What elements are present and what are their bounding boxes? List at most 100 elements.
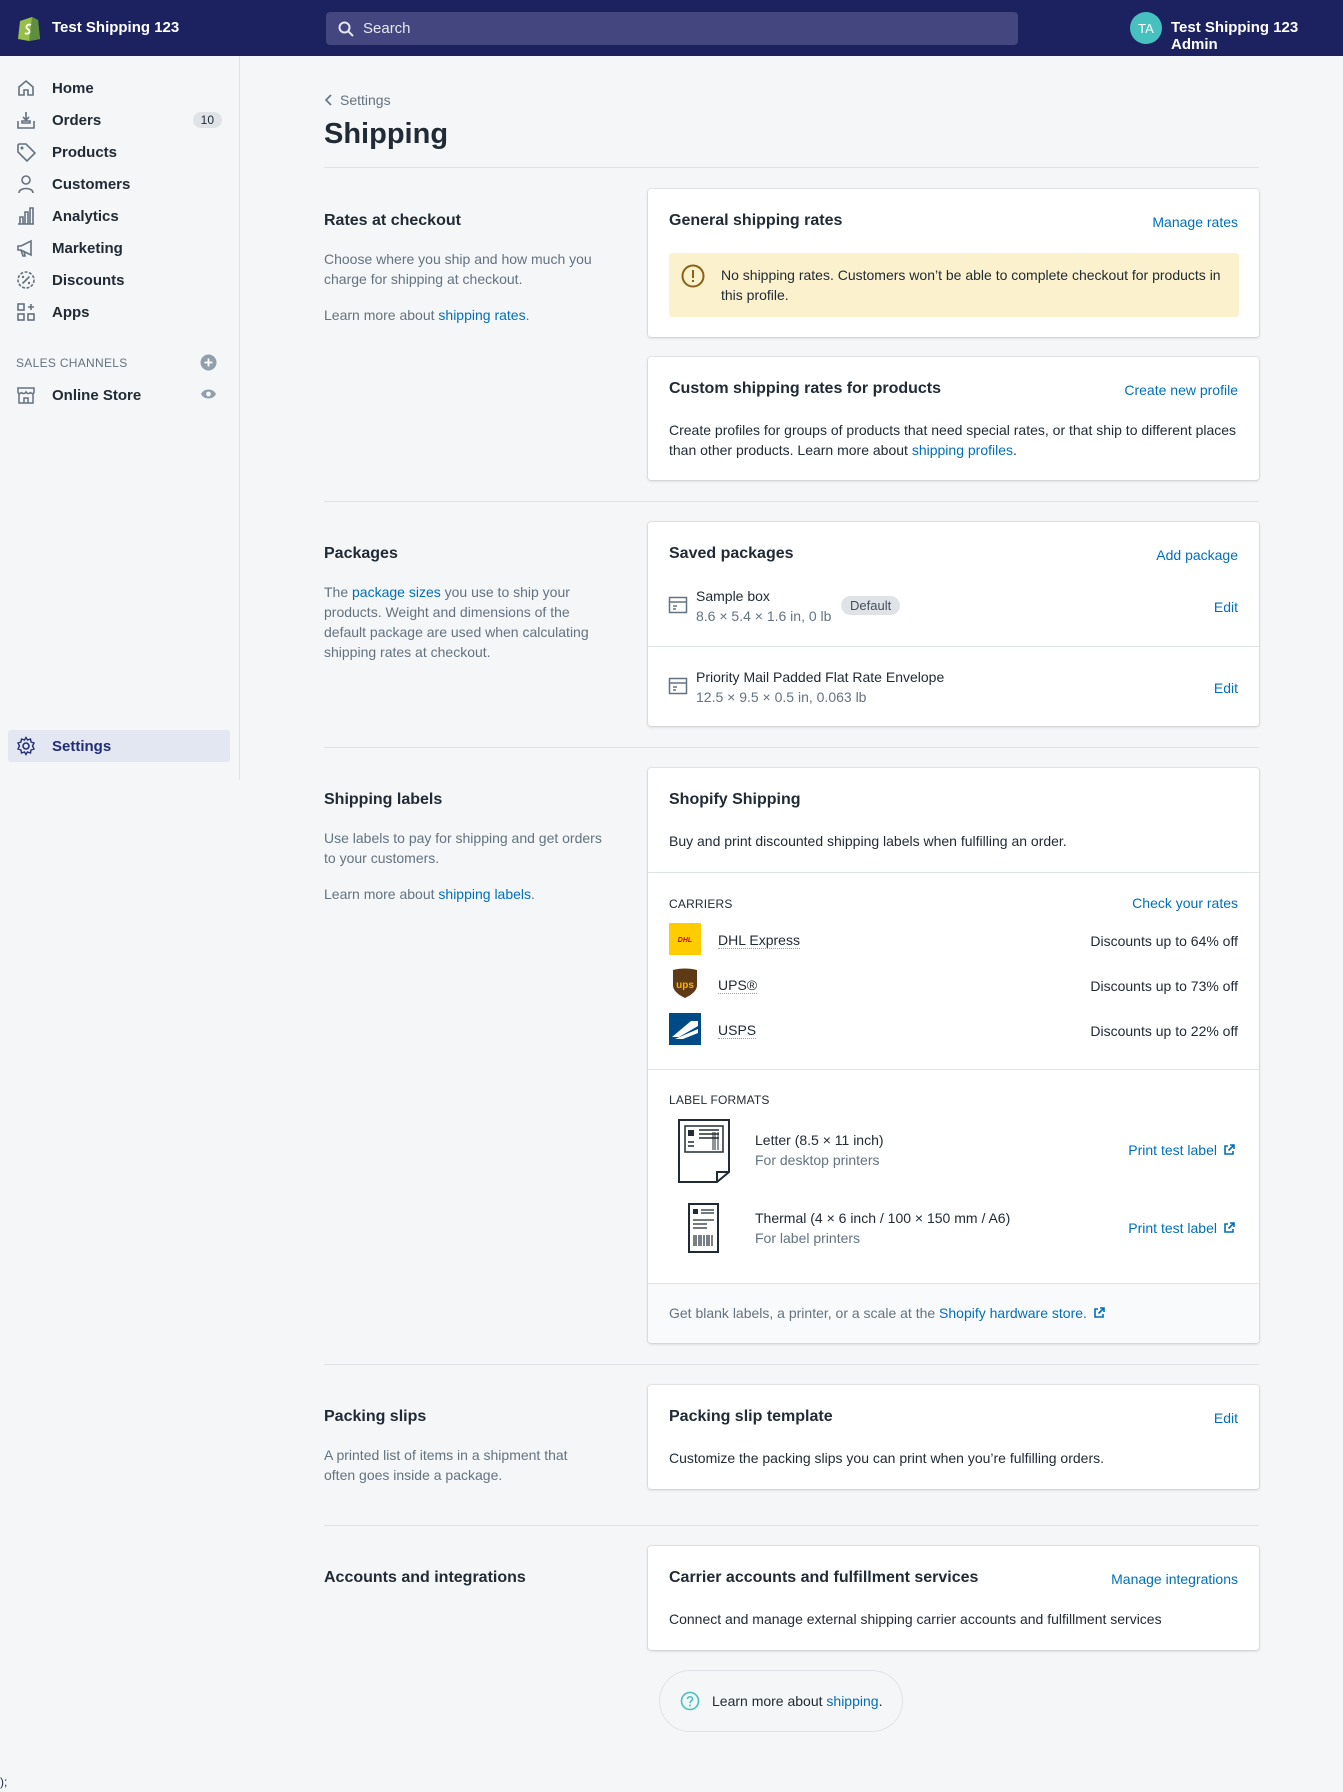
search-input[interactable]: Search — [326, 12, 1018, 45]
help-prefix: Learn more about — [712, 1693, 827, 1709]
hardware-store-text: Get blank labels, a printer, or a scale … — [669, 1305, 1105, 1321]
edit-package-button[interactable]: Edit — [1214, 680, 1238, 696]
breadcrumb-label: Settings — [340, 92, 391, 108]
sidebar-item-products[interactable]: Products — [8, 136, 230, 168]
divider — [648, 872, 1259, 873]
learn-more-shipping-link[interactable]: shipping — [826, 1693, 878, 1709]
manage-rates-link[interactable]: Manage rates — [1152, 214, 1238, 230]
carrier-accounts-card: Carrier accounts and fulfillment service… — [648, 1546, 1259, 1650]
search-placeholder: Search — [363, 20, 411, 37]
shopify-shipping-text: Buy and print discounted shipping labels… — [669, 833, 1067, 849]
packages-section-title: Packages — [324, 545, 398, 562]
warning-banner: No shipping rates. Customers won’t be ab… — [669, 253, 1239, 317]
megaphone-icon — [17, 239, 32, 257]
shopify-logo-icon[interactable] — [16, 14, 42, 42]
saved-packages-title: Saved packages — [669, 545, 794, 562]
divider — [324, 167, 1259, 168]
package-name: Priority Mail Padded Flat Rate Envelope — [696, 669, 945, 685]
carrier-name[interactable]: USPS — [718, 1022, 757, 1039]
general-rates-title: General shipping rates — [669, 212, 843, 229]
sidebar-item-discounts[interactable]: Discounts — [8, 264, 230, 296]
package-dimensions: 8.6 × 5.4 × 1.6 in, 0 lb — [696, 608, 832, 624]
help-suffix: . — [878, 1693, 883, 1709]
sidebar-item-label: Online Store — [52, 387, 142, 404]
shopify-shipping-card: Shopify Shipping Buy and print discounte… — [648, 768, 1259, 1343]
carrier-discount: Discounts up to 73% off — [1090, 978, 1238, 994]
packing-slip-card: Packing slip template Edit Customize the… — [648, 1385, 1259, 1489]
saved-packages-card: Saved packages Add package Sample box 8.… — [648, 522, 1259, 726]
external-link-icon — [1224, 1144, 1235, 1155]
label-format-desc: For label printers — [755, 1230, 861, 1246]
sidebar-item-label: Customers — [52, 176, 131, 193]
create-new-profile-link[interactable]: Create new profile — [1124, 382, 1238, 398]
label-format-name: Letter (8.5 × 11 inch) — [755, 1132, 884, 1148]
home-icon — [18, 79, 34, 96]
custom-rates-card: Custom shipping rates for products Creat… — [648, 357, 1259, 480]
orders-icon — [17, 112, 35, 129]
shipping-profiles-link[interactable]: shipping profiles — [912, 442, 1013, 458]
custom-rates-text: Create profiles for groups of products t… — [669, 420, 1239, 460]
help-text: Learn more about shipping. — [712, 1693, 882, 1709]
page-title: Shipping — [324, 118, 449, 150]
thermal-label-icon — [688, 1203, 719, 1253]
shipping-labels-link[interactable]: shipping labels — [438, 886, 531, 902]
check-your-rates-link[interactable]: Check your rates — [1132, 895, 1238, 911]
slips-section-desc: A printed list of items in a shipment th… — [324, 1447, 568, 1483]
carrier-accounts-text: Connect and manage external shipping car… — [669, 1611, 1162, 1627]
labels-section-title: Shipping labels — [324, 791, 443, 808]
sidebar: Home Orders 10 Products Customers Analyt… — [0, 56, 240, 780]
package-sizes-link[interactable]: package sizes — [352, 584, 441, 600]
shop-name[interactable]: Test Shipping 123 — [52, 19, 179, 36]
period: . — [525, 307, 530, 323]
usps-logo-icon — [669, 1013, 701, 1045]
svg-text:ups: ups — [676, 980, 694, 991]
sidebar-item-marketing[interactable]: Marketing — [8, 232, 230, 264]
rates-learn-more: Learn more about shipping rates. — [324, 305, 604, 325]
sidebar-item-label: Settings — [52, 738, 112, 755]
print-test-label-letter-button[interactable]: Print test label — [1128, 1142, 1235, 1158]
breadcrumb[interactable]: Settings — [324, 92, 391, 108]
avatar[interactable]: TA — [1130, 12, 1162, 44]
sidebar-item-label: Discounts — [52, 272, 125, 289]
divider — [324, 747, 1259, 748]
shipping-rates-link[interactable]: shipping rates — [438, 307, 525, 323]
hardware-store-prefix: Get blank labels, a printer, or a scale … — [669, 1305, 936, 1321]
package-icon — [668, 596, 688, 614]
print-test-label-thermal-button[interactable]: Print test label — [1128, 1220, 1235, 1236]
custom-rates-title: Custom shipping rates for products — [669, 380, 942, 397]
eye-icon[interactable] — [200, 387, 217, 401]
edit-package-button[interactable]: Edit — [1214, 599, 1238, 615]
hardware-store-footer: Get blank labels, a printer, or a scale … — [648, 1283, 1259, 1343]
package-name: Sample box — [696, 588, 770, 604]
carrier-discount: Discounts up to 64% off — [1090, 933, 1238, 949]
sidebar-item-orders[interactable]: Orders 10 — [8, 104, 230, 136]
sidebar-item-analytics[interactable]: Analytics — [8, 200, 230, 232]
help-footer: Learn more about shipping. — [659, 1670, 903, 1732]
hardware-store-link[interactable]: Shopify hardware store. — [939, 1305, 1087, 1321]
sidebar-item-customers[interactable]: Customers — [8, 168, 230, 200]
apps-icon — [17, 303, 35, 321]
edit-packing-slip-button[interactable]: Edit — [1214, 1410, 1238, 1426]
add-package-link[interactable]: Add package — [1156, 547, 1238, 563]
shopify-shipping-title: Shopify Shipping — [669, 791, 801, 808]
package-icon — [668, 677, 688, 695]
ups-logo-icon: ups — [673, 968, 697, 998]
packing-slip-title: Packing slip template — [669, 1408, 833, 1425]
sidebar-item-home[interactable]: Home — [8, 72, 230, 104]
orders-count-badge: 10 — [192, 112, 222, 128]
add-sales-channel-icon[interactable] — [200, 354, 217, 371]
divider — [324, 501, 1259, 502]
carrier-name[interactable]: DHL Express — [718, 932, 800, 949]
divider — [648, 646, 1259, 647]
divider — [324, 1364, 1259, 1365]
period: . — [1013, 442, 1017, 458]
sidebar-item-settings[interactable]: Settings — [8, 730, 230, 762]
sidebar-item-apps[interactable]: Apps — [8, 296, 230, 328]
sidebar-item-online-store[interactable]: Online Store — [8, 379, 230, 411]
packing-slip-text: Customize the packing slips you can prin… — [669, 1450, 1104, 1466]
account-name[interactable]: Test Shipping 123 Admin — [1171, 19, 1343, 53]
manage-integrations-link[interactable]: Manage integrations — [1111, 1571, 1238, 1587]
learn-more-prefix: Learn more about — [324, 886, 439, 902]
carrier-name[interactable]: UPS® — [718, 977, 758, 994]
top-bar: Test Shipping 123 Search TA Test Shippin… — [0, 0, 1343, 56]
